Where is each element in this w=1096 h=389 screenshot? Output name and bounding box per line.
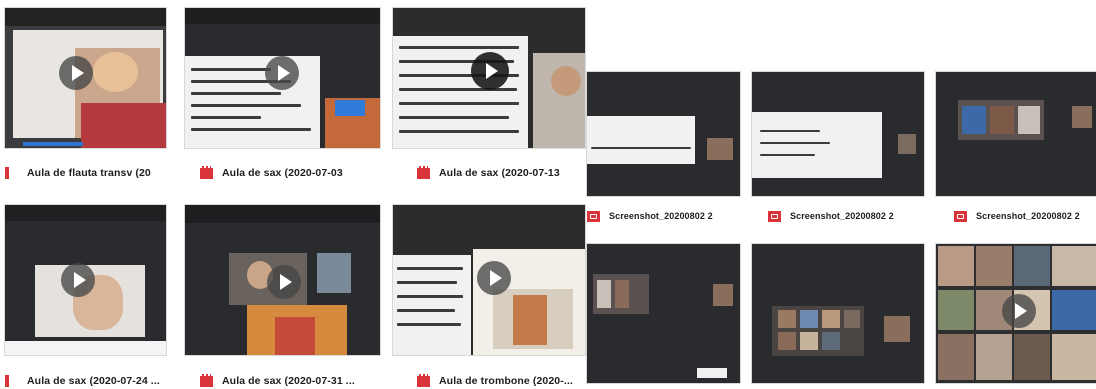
play-icon[interactable] [59,56,93,90]
file-name: Aula de sax (2020-07-13 [439,167,560,179]
video-thumbnail[interactable] [185,205,380,355]
file-name: Aula de flauta transv (20 [27,167,151,179]
film-icon [417,165,430,179]
video-thumbnail[interactable] [5,205,166,355]
file-name: Aula de sax (2020-07-31 ... [222,375,355,387]
image-thumbnail[interactable] [752,72,924,196]
image-thumbnail[interactable] [587,72,740,196]
file-label[interactable]: Screenshot_20200802 2 [768,208,933,224]
video-thumbnail[interactable] [393,8,585,148]
file-label[interactable]: Aula de sax (2020-07-24 ... [5,373,180,389]
play-icon[interactable] [1002,294,1036,328]
video-thumbnail[interactable] [393,205,585,355]
file-name: Screenshot_20200802 2 [790,211,894,221]
image-icon [954,210,967,222]
file-label[interactable]: Aula de trombone (2020-... [417,373,587,389]
file-name: Aula de sax (2020-07-24 ... [27,375,160,387]
file-label[interactable]: Screenshot_20200802 2 [587,208,747,224]
video-thumbnail[interactable] [5,8,166,148]
file-label[interactable]: Screenshot_20200802 2 [954,208,1096,224]
file-label[interactable]: Aula de flauta transv (20 [5,165,180,181]
film-icon [200,373,213,387]
image-icon [587,210,600,222]
image-icon [768,210,781,222]
play-icon[interactable] [471,52,509,90]
film-icon [417,373,430,387]
play-icon[interactable] [267,265,301,299]
film-icon [200,165,213,179]
image-thumbnail[interactable] [587,244,740,383]
file-name: Aula de sax (2020-07-03 [222,167,343,179]
film-icon [5,375,9,387]
play-icon[interactable] [61,263,95,297]
play-icon[interactable] [477,261,511,295]
file-name: Aula de trombone (2020-... [439,375,573,387]
play-icon[interactable] [265,56,299,90]
file-label[interactable]: Aula de sax (2020-07-03 [200,165,380,181]
file-name: Screenshot_20200802 2 [976,211,1080,221]
video-thumbnail[interactable] [936,244,1096,383]
file-label[interactable]: Aula de sax (2020-07-13 [417,165,587,181]
file-label[interactable]: Aula de sax (2020-07-31 ... [200,373,380,389]
file-name: Screenshot_20200802 2 [609,211,713,221]
image-thumbnail[interactable] [752,244,924,383]
film-icon [5,167,9,179]
image-thumbnail[interactable] [936,72,1096,196]
video-thumbnail[interactable] [185,8,380,148]
